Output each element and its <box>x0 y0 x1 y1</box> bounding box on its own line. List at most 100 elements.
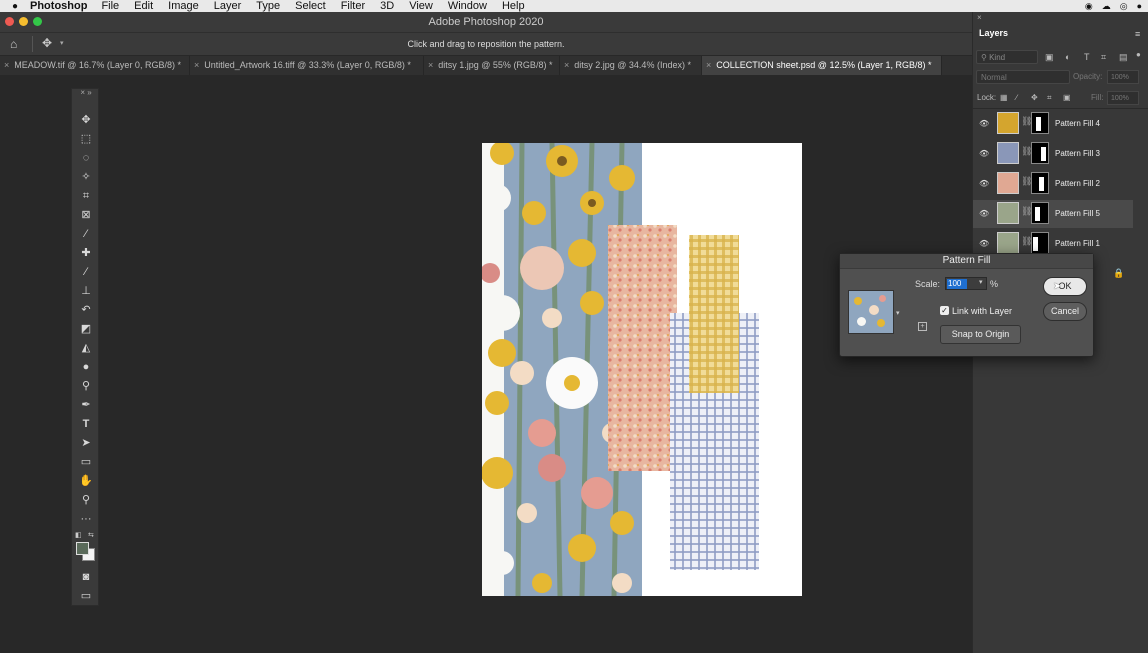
eraser-tool-icon[interactable]: ◩ <box>72 321 100 337</box>
filter-toggle-icon[interactable]: ● <box>1136 50 1141 59</box>
link-with-layer-checkbox[interactable]: ✓ <box>940 306 949 315</box>
move-tool-icon[interactable]: ✥ <box>72 112 100 128</box>
filter-pixel-icon[interactable]: ▣ <box>1045 52 1054 63</box>
document-canvas[interactable] <box>482 143 802 596</box>
panel-menu-icon[interactable]: ≡ <box>1135 29 1140 39</box>
lock-pixels-icon[interactable]: ∕ <box>1016 93 1017 102</box>
marquee-tool-icon[interactable]: ⬚ <box>72 131 100 147</box>
layer-mask-thumbnail[interactable] <box>1031 172 1049 194</box>
menu-image[interactable]: Image <box>168 0 199 12</box>
close-tab-icon[interactable]: × <box>194 60 199 70</box>
tab-label: MEADOW.tif @ 16.7% (Layer 0, RGB/8) * <box>14 60 181 70</box>
tab-ditsy-2[interactable]: × ditsy 2.jpg @ 34.4% (Index) * <box>560 56 702 75</box>
menu-window[interactable]: Window <box>448 0 487 12</box>
floral-dot <box>877 319 885 327</box>
layer-row-pattern-fill-5[interactable]: 👁 ⛓ Pattern Fill 5 <box>973 200 1133 228</box>
opacity-field[interactable]: 100% <box>1107 70 1139 84</box>
pen-tool-icon[interactable]: ✒ <box>72 397 100 413</box>
close-tab-icon[interactable]: × <box>428 60 433 70</box>
menu-file[interactable]: File <box>101 0 119 12</box>
layer-row-pattern-fill-3[interactable]: 👁 ⛓ Pattern Fill 3 <box>973 140 1133 168</box>
creative-cloud-icon[interactable]: ☁ <box>1102 1 1111 12</box>
ok-button[interactable]: OK <box>1043 277 1087 296</box>
crop-tool-icon[interactable]: ⌗ <box>72 188 100 204</box>
layer-row-pattern-fill-4[interactable]: 👁 ⛓ Pattern Fill 4 <box>973 110 1133 138</box>
layer-filter-kind[interactable]: ⚲ Kind <box>976 50 1038 64</box>
layer-mask-thumbnail[interactable] <box>1031 142 1049 164</box>
menu-view[interactable]: View <box>409 0 433 12</box>
pattern-preview[interactable] <box>848 290 894 334</box>
layer-mask-thumbnail[interactable] <box>1031 202 1049 224</box>
quick-mask-icon[interactable]: ◙ <box>72 569 100 585</box>
more-tools-icon[interactable]: ··· <box>72 511 100 527</box>
record-icon[interactable]: ◉ <box>1085 1 1093 12</box>
tab-meadow[interactable]: × MEADOW.tif @ 16.7% (Layer 0, RGB/8) * <box>0 56 190 75</box>
dodge-tool-icon[interactable]: ⚲ <box>72 378 100 394</box>
menu-filter[interactable]: Filter <box>341 0 365 12</box>
menu-app-name[interactable]: Photoshop <box>30 0 87 12</box>
chevron-down-icon[interactable]: ▾ <box>979 278 983 286</box>
lock-all-icon[interactable]: ▣ <box>1063 93 1071 102</box>
visibility-eye-icon[interactable]: 👁 <box>979 119 989 129</box>
lock-transparency-icon[interactable]: ▦ <box>1000 93 1008 102</box>
default-colors-icon[interactable]: ◧ <box>75 531 82 539</box>
foreground-color-swatch[interactable] <box>76 542 89 555</box>
menu-help[interactable]: Help <box>502 0 525 12</box>
lock-position-icon[interactable]: ✥ <box>1031 93 1038 102</box>
scale-input[interactable]: 100 ▾ <box>945 277 987 290</box>
history-brush-tool-icon[interactable]: ↶ <box>72 302 100 318</box>
menu-edit[interactable]: Edit <box>134 0 153 12</box>
eyedropper-tool-icon[interactable]: ⁄ <box>72 226 100 242</box>
filter-smart-object-icon[interactable]: ▤ <box>1119 52 1128 63</box>
hand-tool-icon[interactable]: ✋ <box>72 473 100 489</box>
close-tab-icon[interactable]: × <box>564 60 569 70</box>
lock-artboard-icon[interactable]: ⌗ <box>1047 93 1052 103</box>
sync-icon[interactable]: ◎ <box>1120 1 1128 12</box>
menu-type[interactable]: Type <box>256 0 280 12</box>
healing-brush-tool-icon[interactable]: ✚ <box>72 245 100 261</box>
menu-3d[interactable]: 3D <box>380 0 394 12</box>
layers-tab[interactable]: Layers <box>979 28 1008 38</box>
layer-mask-thumbnail[interactable] <box>1031 232 1049 254</box>
filter-adjustment-icon[interactable]: ◐ <box>1065 52 1070 62</box>
tools-panel: × » ✥ ⬚ ◌ ✧ ⌗ ⊠ ⁄ ✚ ∕ ⊥ ↶ ◩ ◭ ● ⚲ ✒ T ➤ … <box>71 88 99 606</box>
layer-row-pattern-fill-2[interactable]: 👁 ⛓ Pattern Fill 2 <box>973 170 1133 198</box>
path-selection-tool-icon[interactable]: ➤ <box>72 435 100 451</box>
pattern-picker-chevron-icon[interactable]: ▾ <box>896 309 900 317</box>
filter-type-icon[interactable]: T <box>1084 52 1090 62</box>
cancel-button[interactable]: Cancel <box>1043 302 1087 321</box>
visibility-eye-icon[interactable]: 👁 <box>979 209 989 219</box>
close-tab-icon[interactable]: × <box>4 60 9 70</box>
layer-mask-thumbnail[interactable] <box>1031 112 1049 134</box>
tab-ditsy-1[interactable]: × ditsy 1.jpg @ 55% (RGB/8) * <box>424 56 560 75</box>
stamp-tool-icon[interactable]: ⊥ <box>72 283 100 299</box>
type-tool-icon[interactable]: T <box>72 416 100 432</box>
visibility-eye-icon[interactable]: 👁 <box>979 239 989 249</box>
rectangle-tool-icon[interactable]: ▭ <box>72 454 100 470</box>
tab-untitled-artwork[interactable]: × Untitled_Artwork 16.tiff @ 33.3% (Layer… <box>190 56 424 75</box>
zoom-tool-icon[interactable]: ⚲ <box>72 492 100 508</box>
new-preset-icon[interactable]: + <box>918 322 927 331</box>
menu-select[interactable]: Select <box>295 0 326 12</box>
paint-bucket-tool-icon[interactable]: ◭ <box>72 340 100 356</box>
visibility-eye-icon[interactable]: 👁 <box>979 149 989 159</box>
apple-icon[interactable]: ● <box>0 1 30 12</box>
filter-shape-icon[interactable]: ⌗ <box>1101 52 1106 63</box>
swap-colors-icon[interactable]: ⇆ <box>88 531 94 539</box>
tab-collection-sheet[interactable]: × COLLECTION sheet.psd @ 12.5% (Layer 1, … <box>702 56 942 75</box>
fill-field[interactable]: 100% <box>1107 91 1139 105</box>
frame-tool-icon[interactable]: ⊠ <box>72 207 100 223</box>
screen-mode-icon[interactable]: ▭ <box>72 588 100 604</box>
close-panel-icon[interactable]: × <box>977 13 982 22</box>
notification-icon[interactable]: ● <box>1137 1 1142 12</box>
blend-mode-select[interactable]: Normal <box>976 70 1070 84</box>
collapse-panel-icon[interactable]: × » <box>72 88 100 98</box>
magic-wand-tool-icon[interactable]: ✧ <box>72 169 100 185</box>
menu-layer[interactable]: Layer <box>214 0 242 12</box>
brush-tool-icon[interactable]: ∕ <box>72 264 100 280</box>
lasso-tool-icon[interactable]: ◌ <box>72 150 100 166</box>
close-tab-icon[interactable]: × <box>706 60 711 70</box>
snap-to-origin-button[interactable]: Snap to Origin <box>940 325 1021 344</box>
visibility-eye-icon[interactable]: 👁 <box>979 179 989 189</box>
blur-tool-icon[interactable]: ● <box>72 359 100 375</box>
